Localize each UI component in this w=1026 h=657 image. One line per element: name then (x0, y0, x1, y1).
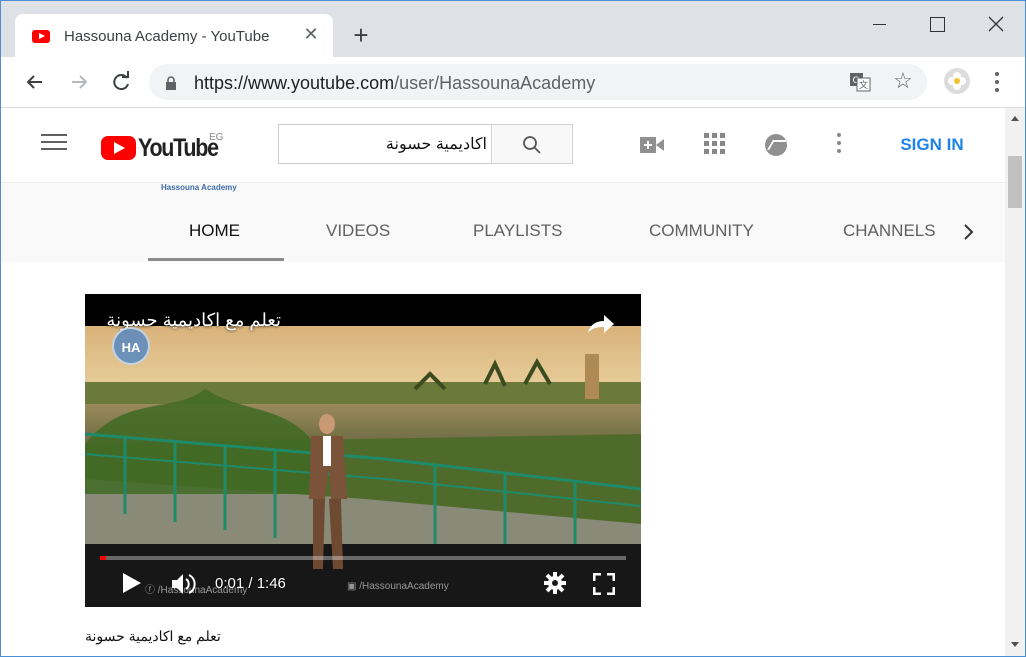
search-icon (523, 136, 541, 154)
flower-avatar-icon (944, 68, 970, 94)
tab-title: Hassouna Academy - YouTube (64, 28, 270, 45)
youtube-wordmark: YouTube (138, 134, 219, 162)
address-bar[interactable]: https://www.youtube.com/user/HassounaAca… (149, 64, 927, 100)
channel-watermark-badge: HA (112, 327, 150, 365)
fullscreen-icon[interactable] (593, 573, 615, 595)
apps-grid-icon[interactable] (704, 133, 726, 155)
back-button[interactable] (21, 68, 49, 96)
play-icon[interactable] (122, 572, 142, 594)
page-viewport: YouTube EG اكاديمية حسونة SIGN IN Hassou… (1, 108, 1005, 656)
browser-menu-icon[interactable] (989, 68, 1005, 96)
scrollbar-thumb[interactable] (1008, 156, 1022, 208)
address-bar-row: https://www.youtube.com/user/HassounaAca… (1, 58, 1025, 108)
youtube-watermark-text: /HassounaAcademy (359, 581, 449, 592)
share-arrow-icon[interactable] (586, 313, 616, 335)
tab-videos[interactable]: VIDEOS (326, 221, 390, 241)
tab-home[interactable]: HOME (189, 221, 240, 241)
url-text: https://www.youtube.com/user/HassounaAca… (194, 73, 595, 94)
profile-avatar[interactable] (944, 68, 970, 94)
back-arrow-icon (26, 75, 42, 89)
url-host: https://www.youtube.com (194, 73, 395, 93)
page-scrollbar[interactable] (1005, 108, 1025, 656)
scroll-down-arrow-icon[interactable] (1011, 642, 1019, 647)
tab-strip: Hassouna Academy - YouTube ✕ + (1, 1, 1025, 58)
channel-header: Hassouna Academy HOME VIDEOS PLAYLISTS C… (1, 183, 1005, 262)
hamburger-menu-icon[interactable] (41, 134, 67, 152)
forward-button[interactable] (65, 68, 93, 96)
lock-icon (166, 76, 176, 90)
channel-logo-text: Hassouna Academy (161, 183, 237, 192)
sign-in-button[interactable]: SIGN IN (883, 132, 981, 158)
scroll-up-arrow-icon[interactable] (1011, 116, 1019, 121)
youtube-watermark: ▣ /HassounaAcademy (347, 581, 449, 592)
country-code: EG (209, 132, 224, 143)
search-input[interactable]: اكاديمية حسونة (278, 124, 491, 164)
video-frame-image (85, 326, 641, 607)
video-progress-bar[interactable] (100, 556, 626, 560)
video-progress-fill (100, 556, 106, 560)
settings-gear-icon[interactable] (544, 572, 566, 594)
more-options-icon[interactable] (837, 133, 845, 157)
new-tab-button[interactable]: + (347, 21, 375, 49)
tab-playlists[interactable]: PLAYLISTS (473, 221, 562, 241)
volume-icon[interactable] (171, 573, 197, 595)
url-path: /user/HassounaAcademy (394, 73, 596, 93)
youtube-play-logo-icon (101, 136, 136, 160)
translate-icon[interactable]: G文 (849, 71, 871, 93)
minimize-button[interactable] (859, 9, 899, 41)
maximize-button[interactable] (917, 9, 957, 41)
browser-tab[interactable]: Hassouna Academy - YouTube ✕ (15, 14, 333, 58)
youtube-masthead: YouTube EG اكاديمية حسونة SIGN IN (1, 108, 1005, 183)
youtube-logo[interactable]: YouTube EG (101, 132, 233, 162)
forward-arrow-icon (72, 75, 88, 89)
svg-text:文: 文 (859, 79, 868, 91)
browser-window: Hassouna Academy - YouTube ✕ + https://w… (0, 0, 1026, 657)
video-time-display: 0:01 / 1:46 (215, 575, 286, 592)
close-window-button[interactable] (976, 9, 1016, 41)
tab-channels[interactable]: CHANNELS (843, 221, 935, 241)
youtube-favicon-icon (32, 30, 50, 43)
video-caption: تعلم مع اكاديمية حسونة (85, 628, 221, 644)
search-button[interactable] (491, 124, 573, 164)
video-player[interactable]: تعلم مع اكاديمية حسونة HA ⓕ /HassounaAca… (85, 294, 641, 607)
tab-close-icon[interactable]: ✕ (299, 22, 323, 46)
chevron-right-icon[interactable] (961, 223, 975, 241)
active-tab-indicator (148, 258, 284, 261)
reload-button[interactable] (107, 68, 135, 96)
create-video-icon[interactable] (640, 137, 664, 153)
bookmark-star-icon[interactable]: ☆ (891, 69, 915, 93)
messages-icon[interactable] (765, 134, 787, 156)
tab-community[interactable]: COMMUNITY (649, 221, 754, 241)
reload-icon (113, 71, 129, 91)
search-query-text: اكاديمية حسونة (385, 136, 487, 153)
